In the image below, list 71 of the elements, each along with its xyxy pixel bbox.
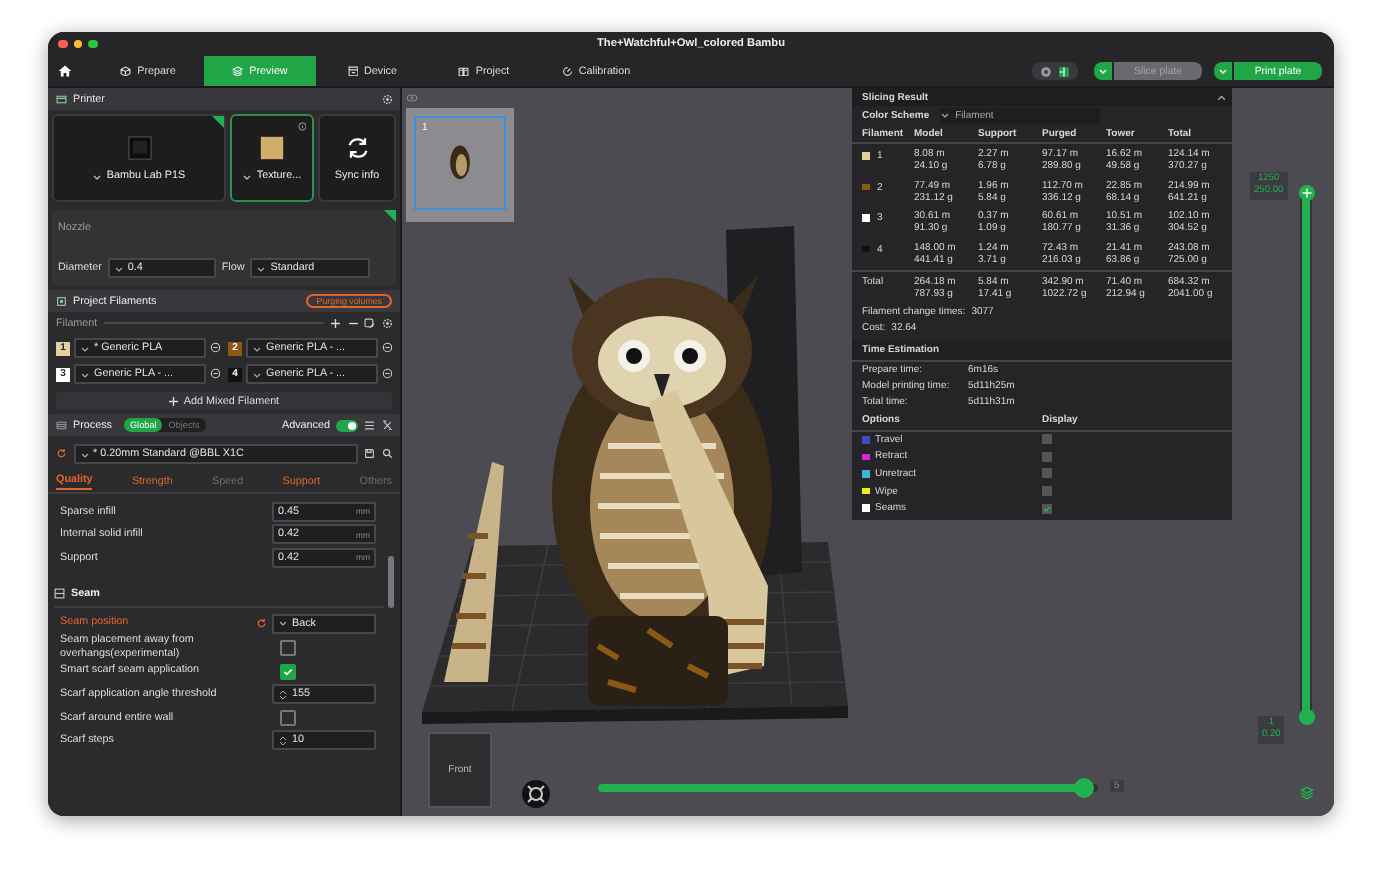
display-checkbox[interactable] [1042, 503, 1052, 514]
advanced-switch[interactable] [336, 419, 358, 431]
dropdown-button[interactable] [1094, 62, 1112, 80]
info-icon[interactable] [297, 122, 306, 131]
caret-icon [252, 343, 262, 353]
slider-handle[interactable] [1073, 778, 1093, 798]
process-icon [56, 419, 67, 431]
globe-icon[interactable] [1040, 65, 1052, 77]
caret-icon [939, 110, 950, 120]
corner-flag-icon [212, 116, 224, 128]
printer-icon [56, 93, 67, 105]
display-checkbox[interactable] [1042, 451, 1052, 462]
zoom-window-button[interactable] [88, 39, 97, 49]
close-window-button[interactable] [58, 39, 67, 49]
grid-icon[interactable] [1058, 65, 1070, 77]
remove-icon[interactable] [381, 368, 392, 380]
printer-icon [125, 134, 153, 162]
reset-icon[interactable] [56, 448, 67, 460]
stepper-icon [278, 735, 288, 746]
save-icon[interactable] [364, 448, 375, 460]
minus-icon[interactable] [347, 317, 358, 329]
gauge-icon [561, 65, 573, 77]
remove-icon[interactable] [381, 342, 392, 354]
caret-icon [80, 343, 90, 353]
plus-icon[interactable] [330, 317, 341, 329]
stepper-icon [278, 689, 288, 700]
recenter-icon[interactable] [522, 780, 550, 808]
seam-icon [54, 588, 65, 600]
layers-icon[interactable] [1300, 786, 1314, 800]
display-checkbox[interactable] [1042, 486, 1052, 497]
minimize-window-button[interactable] [73, 39, 82, 49]
check-icon [1042, 503, 1052, 514]
remove-icon[interactable] [209, 368, 220, 380]
checkbox[interactable] [280, 663, 296, 680]
eye-icon[interactable] [406, 92, 418, 104]
cube-icon [120, 65, 132, 77]
home-icon[interactable] [58, 64, 72, 78]
caret-icon [113, 263, 124, 273]
dropdown-button[interactable] [1214, 62, 1232, 80]
settings-icon[interactable] [381, 317, 392, 329]
caret-icon [1098, 66, 1108, 76]
settings-icon[interactable] [381, 93, 392, 105]
caret-icon [242, 171, 253, 181]
plus-icon [168, 395, 180, 407]
checkbox[interactable] [280, 709, 296, 726]
display-checkbox[interactable] [1042, 468, 1052, 479]
corner-flag-icon [384, 210, 396, 222]
caret-icon [80, 369, 90, 379]
book-icon [458, 65, 470, 77]
caret-icon [92, 171, 103, 181]
caret-icon [278, 618, 288, 629]
slider-handle[interactable] [1297, 708, 1315, 726]
device-icon [347, 65, 358, 77]
search-icon[interactable] [381, 448, 392, 460]
caret-icon [79, 449, 89, 459]
refresh-icon [343, 134, 371, 162]
slider-handle[interactable] [1297, 184, 1315, 202]
caret-icon [252, 369, 262, 379]
caret-icon [256, 263, 267, 273]
layers-icon [232, 65, 244, 77]
remove-icon[interactable] [209, 342, 220, 354]
build-plate-icon [258, 134, 286, 162]
caret-icon [1218, 66, 1228, 76]
scrollbar-thumb[interactable] [388, 556, 394, 608]
reset-icon[interactable] [255, 617, 266, 629]
3d-viewport[interactable] [402, 88, 1334, 816]
checkbox[interactable] [280, 639, 296, 656]
check-icon [282, 665, 294, 678]
collapse-icon[interactable] [1215, 91, 1226, 103]
list-icon[interactable] [364, 419, 375, 431]
display-checkbox[interactable] [1042, 434, 1052, 445]
